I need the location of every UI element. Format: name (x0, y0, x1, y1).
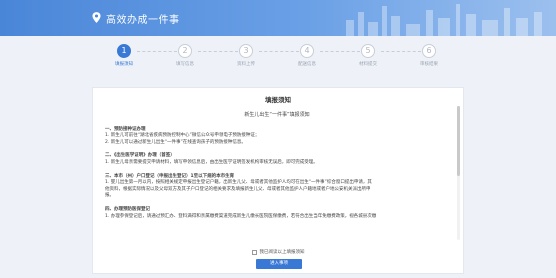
step-label: 填写信息 (176, 62, 194, 67)
section-line: 他资料，根据实际情况以及父母双方及其子户口登记的相关要求及填报新生儿父、母或者其… (105, 186, 371, 192)
step-3: 3 资料上传 (226, 44, 266, 67)
section-line: 1. 新生儿母亲需要提交申请材料，填写申领信息后，由出生医学证明签发机构审核无误… (105, 159, 318, 165)
notice-scrollbar[interactable] (457, 106, 460, 240)
step-label: 资料上传 (237, 62, 255, 67)
step-number: 2 (178, 44, 192, 58)
section-heading: 二、《出生医学证明》办理（首签） (105, 153, 175, 159)
notice-content[interactable]: 新生儿出生“一件事”填报须知 一、预防接种证办理 1. 新生儿可前往“湖北省疾病… (105, 106, 449, 240)
progress-steps: 1 填报须知 2 填写信息 3 资料上传 4 配送信息 5 材料提交 6 审核结… (0, 36, 556, 82)
step-number: 6 (422, 44, 436, 58)
app-title: 高效办成一件事 (106, 15, 180, 26)
panel-title: 填报须知 (265, 96, 291, 104)
section-line: 报。 (105, 193, 114, 199)
step-number: 5 (361, 44, 375, 58)
section-line: 2. 新生儿可以通过新生儿出生“一件事”在线查询孩子的预防接种信息。 (105, 139, 246, 145)
section-line: 1. 办理参保登记后，请通过预汇办、登料满得和亲属缴费渠道完成新生儿缴长医院医保… (105, 213, 377, 219)
step-label: 材料提交 (359, 62, 377, 67)
step-label: 填报须知 (115, 62, 133, 67)
city-skyline-decoration (346, 4, 542, 36)
step-label: 审核结果 (420, 62, 438, 67)
notice-doc-title: 新生儿出生“一件事”填报须知 (244, 112, 310, 118)
section-heading: 四、办理预防医保登记 (105, 206, 150, 212)
step-4: 4 配送信息 (287, 44, 327, 67)
step-number: 4 (300, 44, 314, 58)
notice-panel: 填报须知 新生儿出生“一件事”填报须知 一、预防接种证办理 1. 新生儿可前往“… (92, 87, 464, 274)
step-2: 2 填写信息 (165, 44, 205, 67)
agree-label[interactable]: 我已阅读以上填报须知 (260, 250, 305, 255)
step-number: 3 (239, 44, 253, 58)
location-pin-icon (92, 12, 101, 23)
app-header: 高效办成一件事 (0, 0, 556, 36)
scrollbar-thumb[interactable] (457, 106, 460, 176)
section-line: 1. 婴儿出生第一月以内，按照相关规定申报出生登记户籍，出新生儿父、母或者其他监… (105, 180, 372, 186)
step-1: 1 填报须知 (104, 44, 144, 67)
step-number: 1 (117, 44, 131, 58)
section-line: 1. 新生儿可前往“湖北省疾病预防控制中心”微信公众号申领电子预防接种证； (105, 133, 260, 139)
agree-checkbox[interactable] (251, 249, 257, 255)
step-5: 5 材料提交 (348, 44, 388, 67)
agree-row[interactable]: 我已阅读以上填报须知 (93, 249, 463, 256)
step-label: 配送信息 (298, 62, 316, 67)
enter-button[interactable]: 进入事项 (256, 259, 302, 269)
step-6: 6 审核结果 (409, 44, 449, 67)
